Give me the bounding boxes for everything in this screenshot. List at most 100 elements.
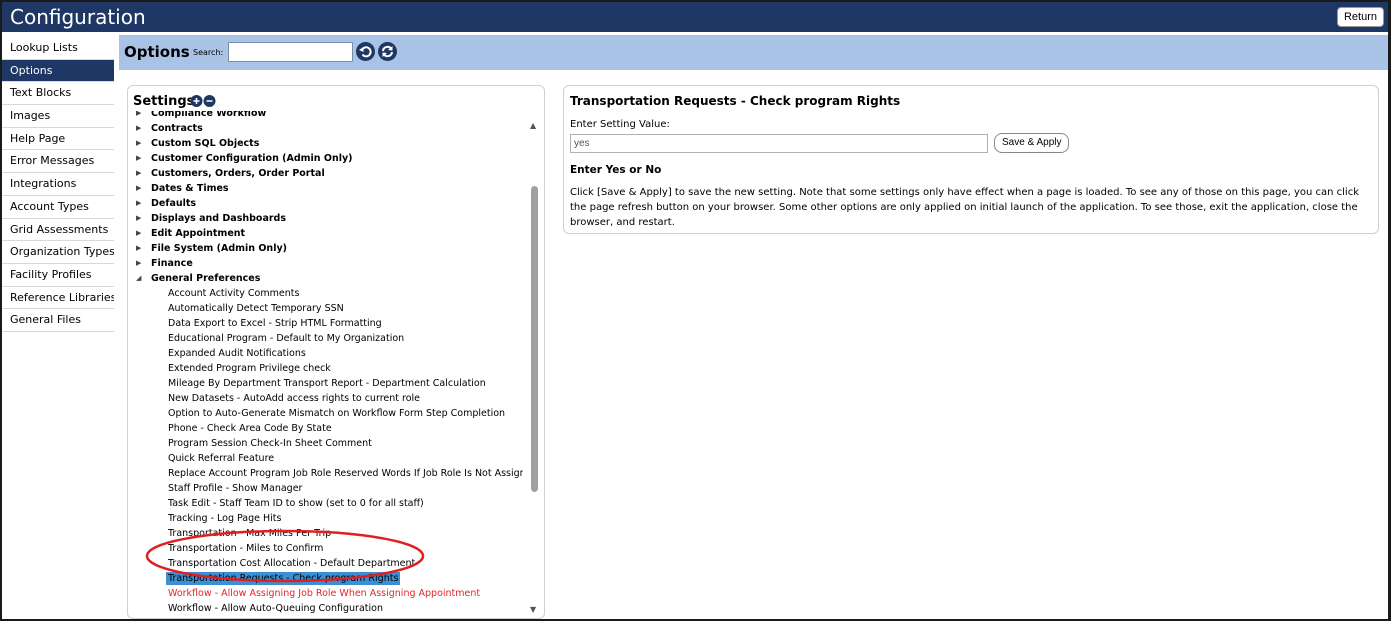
tree-item-label: Phone - Check Area Code By State bbox=[168, 423, 332, 434]
tree-item-label: Expanded Audit Notifications bbox=[168, 348, 306, 359]
tree-category[interactable]: ▶ Defaults bbox=[128, 196, 523, 211]
undo-icon[interactable] bbox=[356, 42, 375, 61]
refresh-icon[interactable] bbox=[378, 42, 397, 61]
page-title: Options bbox=[124, 43, 190, 61]
scroll-up-icon[interactable]: ▲ bbox=[530, 121, 536, 130]
tree-setting-item[interactable]: Quick Referral Feature bbox=[128, 451, 523, 466]
tree-item-label: Transportation - Miles to Confirm bbox=[168, 543, 324, 554]
tree-item-label: Educational Program - Default to My Orga… bbox=[168, 333, 405, 344]
sidebar-item-help-page[interactable]: Help Page bbox=[2, 128, 114, 151]
tree-setting-item[interactable]: Data Export to Excel - Strip HTML Format… bbox=[128, 316, 523, 331]
help-text: Click [Save & Apply] to save the new set… bbox=[570, 187, 1359, 228]
collapsed-arrow-icon[interactable]: ▶ bbox=[136, 256, 141, 271]
tree-setting-item[interactable]: Transportation - Miles to Confirm bbox=[128, 541, 523, 556]
sidebar-item-text-blocks[interactable]: Text Blocks bbox=[2, 82, 114, 106]
tree-setting-item[interactable]: Task Edit - Staff Team ID to show (set t… bbox=[128, 496, 523, 511]
sidebar-item-general-files[interactable]: General Files bbox=[2, 309, 114, 332]
tree-category[interactable]: ▶ Finance bbox=[128, 256, 523, 271]
tree-category[interactable]: ▶ Compliance Workflow bbox=[128, 111, 523, 121]
sidebar-item-reference-libraries[interactable]: Reference Libraries bbox=[2, 287, 114, 310]
sidebar-item-error-messages[interactable]: Error Messages bbox=[2, 150, 114, 174]
tree-setting-item[interactable]: Expanded Audit Notifications bbox=[128, 346, 523, 361]
tree-setting-item[interactable]: Mileage By Department Transport Report -… bbox=[128, 376, 523, 391]
tree-setting-item[interactable]: Workflow - Allow Auto-Queuing Configurat… bbox=[128, 601, 523, 616]
tree-category[interactable]: ▶ Customer Configuration (Admin Only) bbox=[128, 151, 523, 166]
tree-item-label: New Datasets - AutoAdd access rights to … bbox=[168, 393, 420, 404]
tree-item-label: Dates & Times bbox=[151, 183, 229, 194]
setting-hint: Enter Yes or No bbox=[570, 164, 662, 176]
tree-item-label: File System (Admin Only) bbox=[151, 243, 287, 254]
sidebar-item-grid-assessments[interactable]: Grid Assessments bbox=[2, 219, 114, 242]
title-bar: Configuration Return bbox=[2, 2, 1388, 32]
tree-item-label: Tracking - Log Page Hits bbox=[168, 513, 282, 524]
tree-category[interactable]: ▶ Displays and Dashboards bbox=[128, 211, 523, 226]
expanded-arrow-icon[interactable]: ◢ bbox=[136, 271, 141, 286]
collapsed-arrow-icon[interactable]: ▶ bbox=[136, 196, 141, 211]
tree-item-label: Account Activity Comments bbox=[168, 288, 300, 299]
search-label: Search: bbox=[193, 48, 224, 57]
tree-setting-item[interactable]: Program Session Check-In Sheet Comment bbox=[128, 436, 523, 451]
sidebar-item-lookup-lists[interactable]: Lookup Lists bbox=[2, 37, 114, 60]
collapsed-arrow-icon[interactable]: ▶ bbox=[136, 166, 141, 181]
tree-item-label: Customers, Orders, Order Portal bbox=[151, 168, 325, 179]
tree-setting-item[interactable]: Transportation - Max Miles Per Trip bbox=[128, 526, 523, 541]
tree-category[interactable]: ▶ Dates & Times bbox=[128, 181, 523, 196]
collapsed-arrow-icon[interactable]: ▶ bbox=[136, 241, 141, 256]
tree-setting-item[interactable]: Automatically Detect Temporary SSN bbox=[128, 301, 523, 316]
tree-item-label: Contracts bbox=[151, 123, 203, 134]
tree-item-label: Transportation Requests - Check program … bbox=[166, 572, 401, 585]
collapsed-arrow-icon[interactable]: ▶ bbox=[136, 111, 141, 121]
save-apply-button[interactable]: Save & Apply bbox=[994, 133, 1070, 153]
return-button[interactable]: Return bbox=[1336, 7, 1384, 27]
tree-item-label: Customer Configuration (Admin Only) bbox=[151, 153, 353, 164]
collapse-all-icon[interactable] bbox=[203, 95, 216, 107]
setting-detail-panel: Transportation Requests - Check program … bbox=[563, 85, 1379, 234]
configuration-window: Configuration Return Lookup Lists Options… bbox=[2, 2, 1388, 619]
tree-setting-item[interactable]: Tracking - Log Page Hits bbox=[128, 511, 523, 526]
tree-item-label: Task Edit - Staff Team ID to show (set t… bbox=[168, 498, 424, 509]
collapsed-arrow-icon[interactable]: ▶ bbox=[136, 151, 141, 166]
collapsed-arrow-icon[interactable]: ▶ bbox=[136, 136, 141, 151]
setting-value-label: Enter Setting Value: bbox=[570, 119, 670, 130]
sidebar-item-options[interactable]: Options bbox=[2, 59, 114, 83]
tree-setting-item[interactable]: Educational Program - Default to My Orga… bbox=[128, 331, 523, 346]
tree-setting-item[interactable]: New Datasets - AutoAdd access rights to … bbox=[128, 391, 523, 406]
tree-category[interactable]: ◢ General Preferences bbox=[128, 271, 523, 286]
tree-scrollbar[interactable]: ▲ ▼ bbox=[528, 116, 542, 614]
tree-setting-item[interactable]: Staff Profile - Show Manager bbox=[128, 481, 523, 496]
expand-all-icon[interactable] bbox=[190, 95, 203, 107]
expand-collapse-icons bbox=[190, 94, 216, 108]
tree-category[interactable]: ▶ Custom SQL Objects bbox=[128, 136, 523, 151]
sidebar-item-organization-types[interactable]: Organization Types bbox=[2, 241, 114, 264]
collapsed-arrow-icon[interactable]: ▶ bbox=[136, 121, 141, 136]
scrollbar-thumb[interactable] bbox=[531, 186, 538, 492]
collapsed-arrow-icon[interactable]: ▶ bbox=[136, 226, 141, 241]
tree-setting-item[interactable]: Workflow - Allow Assigning Job Role When… bbox=[128, 586, 523, 601]
tree-setting-item[interactable]: Account Activity Comments bbox=[128, 286, 523, 301]
tree-category[interactable]: ▶ Contracts bbox=[128, 121, 523, 136]
sidebar-item-images[interactable]: Images bbox=[2, 105, 114, 128]
tree-setting-item[interactable]: Option to Auto-Generate Mismatch on Work… bbox=[128, 406, 523, 421]
scroll-down-icon[interactable]: ▼ bbox=[530, 605, 536, 614]
collapsed-arrow-icon[interactable]: ▶ bbox=[136, 211, 141, 226]
tree-category[interactable]: ▶ Edit Appointment bbox=[128, 226, 523, 241]
tree-setting-item[interactable]: Workflow - Enable Carry Forward Step Typ… bbox=[128, 616, 523, 619]
tree-item-label: General Preferences bbox=[151, 273, 261, 284]
sidebar-item-account-types[interactable]: Account Types bbox=[2, 196, 114, 219]
sidebar-item-integrations[interactable]: Integrations bbox=[2, 173, 114, 196]
app-title: Configuration bbox=[10, 5, 146, 29]
setting-value-input[interactable] bbox=[570, 134, 988, 153]
tree-setting-item[interactable]: Extended Program Privilege check bbox=[128, 361, 523, 376]
tree-category[interactable]: ▶ Customers, Orders, Order Portal bbox=[128, 166, 523, 181]
tree-item-label: Workflow - Enable Carry Forward Step Typ… bbox=[168, 618, 373, 619]
tree-setting-item[interactable]: Phone - Check Area Code By State bbox=[128, 421, 523, 436]
search-input[interactable] bbox=[228, 42, 353, 62]
tree-setting-item[interactable]: Transportation Requests - Check program … bbox=[128, 571, 523, 586]
tree-setting-item[interactable]: Replace Account Program Job Role Reserve… bbox=[128, 466, 523, 481]
sidebar-item-facility-profiles[interactable]: Facility Profiles bbox=[2, 264, 114, 287]
tree-category[interactable]: ▶ File System (Admin Only) bbox=[128, 241, 523, 256]
tree-item-label: Workflow - Allow Auto-Queuing Configurat… bbox=[168, 603, 383, 614]
collapsed-arrow-icon[interactable]: ▶ bbox=[136, 181, 141, 196]
tree-item-label: Program Session Check-In Sheet Comment bbox=[168, 438, 372, 449]
tree-setting-item[interactable]: Transportation Cost Allocation - Default… bbox=[128, 556, 523, 571]
